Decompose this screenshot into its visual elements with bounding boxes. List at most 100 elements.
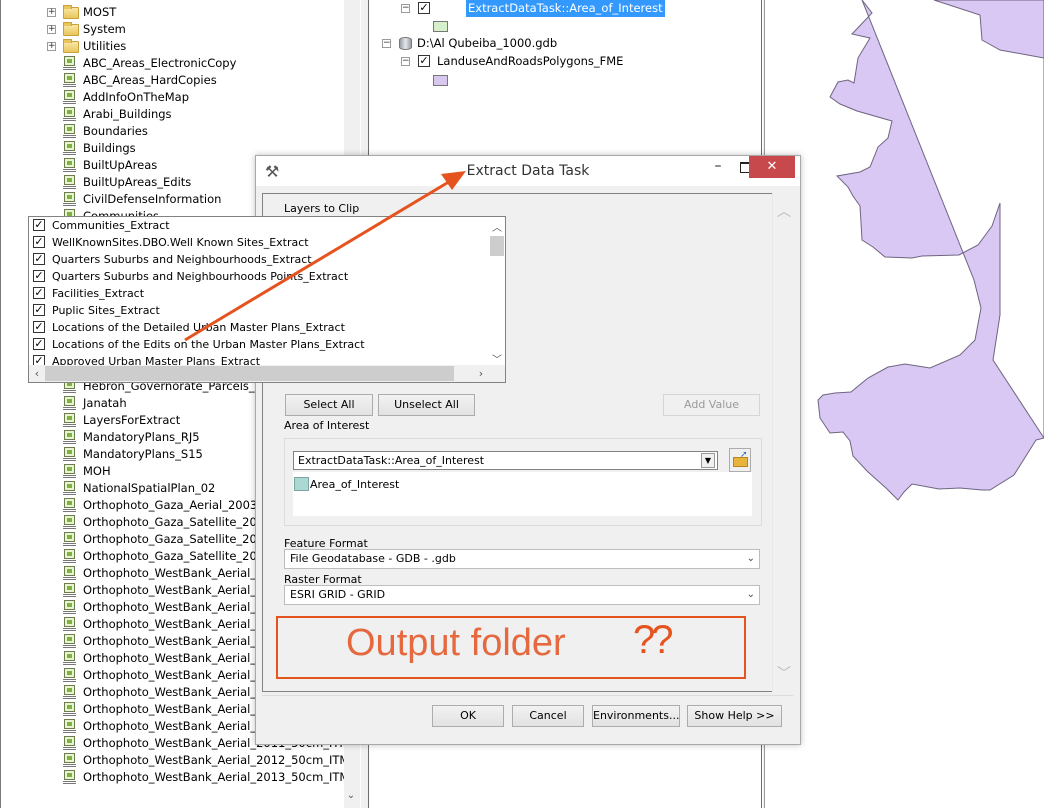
map-document-icon (63, 736, 76, 751)
layer-checkbox[interactable]: ✓ (33, 287, 45, 299)
map-document-icon (63, 770, 76, 785)
map-canvas (817, 0, 1044, 501)
catalog-item-label: Buildings (83, 141, 136, 155)
catalog-item[interactable]: Boundaries (1, 123, 344, 140)
open-folder-button[interactable]: ➚ (729, 448, 751, 472)
catalog-item-label: Janatah (83, 396, 127, 410)
layer-label: Facilities_Extract (52, 287, 145, 300)
catalog-item[interactable]: ABC_Areas_ElectronicCopy (1, 55, 344, 72)
scroll-down-arrow[interactable]: ﹀ (489, 351, 505, 366)
add-value-button[interactable]: Add Value (663, 394, 760, 416)
dialog-scrollbar[interactable]: ︿ ﹀ (772, 193, 794, 692)
catalog-item[interactable]: Orthophoto_WestBank_Aerial_2013_50cm_ITM… (1, 769, 344, 786)
cancel-button[interactable]: Cancel (512, 705, 584, 727)
layer-label: Puplic Sites_Extract (52, 304, 160, 317)
map-document-icon (63, 753, 76, 768)
select-all-button[interactable]: Select All (285, 394, 373, 416)
catalog-item[interactable]: + Utilities (1, 38, 344, 55)
toc-layer-area-of-interest[interactable]: − ✓ ExtractDataTask::Area_of_Interest (401, 0, 665, 17)
layer-checkbox[interactable]: ✓ (33, 321, 45, 333)
catalog-item-label: Orthophoto_WestBank_Aerial_20 (83, 600, 271, 614)
catalog-item[interactable]: + MOST (1, 4, 344, 21)
catalog-item-label: Orthophoto_WestBank_Aerial_20 (83, 583, 271, 597)
dialog-titlebar[interactable]: ⚒ Extract Data Task – ✕ (256, 156, 800, 186)
catalog-item-label: System (83, 22, 126, 36)
dialog-footer-divider (262, 695, 793, 696)
toc-database[interactable]: − D:\Al Qubeiba_1000.gdb (382, 35, 632, 52)
layer-checkbox[interactable]: ✓ (33, 253, 45, 265)
map-document-icon (63, 107, 76, 122)
catalog-item-label: Orthophoto_WestBank_Aerial_20 (83, 617, 271, 631)
expand-icon[interactable]: + (47, 8, 56, 17)
catalog-item[interactable]: Arabi_Buildings (1, 106, 344, 123)
scroll-up-arrow[interactable]: ︿ (776, 201, 792, 221)
catalog-item-label: Boundaries (83, 124, 148, 138)
map-document-icon (63, 464, 76, 479)
scroll-thumb[interactable] (490, 236, 504, 256)
catalog-item-label: Orthophoto_Gaza_Satellite_2005_ (83, 515, 278, 529)
catalog-item-label: MOST (83, 5, 117, 19)
catalog-item-label: MandatoryPlans_S15 (83, 447, 203, 461)
ok-button[interactable]: OK (432, 705, 504, 727)
catalog-item-label: Orthophoto_WestBank_Aerial_20 (83, 702, 271, 716)
catalog-item-label: LayersForExtract (83, 413, 181, 427)
layer-symbol-swatch (433, 75, 448, 86)
catalog-item-label: Orthophoto_WestBank_Aerial_20 (83, 668, 271, 682)
feature-format-select[interactable]: File Geodatabase - GDB - .gdb ⌄ (284, 549, 760, 569)
scroll-thumb[interactable] (45, 366, 454, 381)
catalog-item[interactable]: ABC_Areas_HardCopies (1, 72, 344, 89)
landuse-polygon[interactable] (817, 0, 1044, 501)
map-document-icon (63, 668, 76, 683)
collapse-icon[interactable]: − (382, 39, 391, 48)
collapse-icon[interactable]: − (401, 4, 410, 13)
scroll-down-arrow[interactable]: ﹀ (776, 663, 792, 683)
environments-button[interactable]: Environments... (592, 705, 680, 727)
scroll-right-arrow[interactable]: › (473, 365, 489, 382)
catalog-item-label: Utilities (83, 39, 127, 53)
catalog-item-label: ABC_Areas_ElectronicCopy (83, 56, 237, 70)
layer-label: Locations of the Edits on the Urban Mast… (52, 338, 365, 351)
raster-format-value: ESRI GRID - GRID (290, 588, 386, 601)
chevron-down-icon: ⌄ (746, 553, 755, 564)
layer-checkbox[interactable]: ✓ (33, 219, 45, 231)
layer-checkbox[interactable]: ✓ (33, 236, 45, 248)
dropdown-arrow-icon[interactable]: ▼ (701, 453, 715, 468)
map-document-icon (63, 56, 76, 71)
catalog-item[interactable]: AddInfoOnTheMap (1, 89, 344, 106)
catalog-scroll-down-arrow[interactable]: ⌄ (344, 790, 358, 806)
catalog-item[interactable]: + System (1, 21, 344, 38)
unselect-all-button[interactable]: Unselect All (378, 394, 475, 416)
area-of-interest-dropdown[interactable]: ExtractDataTask::Area_of_Interest ▼ (293, 451, 718, 470)
toc-layer-landuse[interactable]: − ✓ LanduseAndRoadsPolygons_FME (401, 53, 651, 70)
area-of-interest-swatch (294, 477, 309, 491)
map-document-icon (63, 583, 76, 598)
map-view[interactable] (765, 0, 1044, 808)
folder-icon (63, 39, 79, 53)
layers-vertical-scrollbar[interactable]: ︿ ﹀ (489, 217, 505, 366)
expand-icon[interactable]: + (47, 25, 56, 34)
scroll-up-arrow[interactable]: ︿ (489, 219, 505, 234)
raster-format-select[interactable]: ESRI GRID - GRID ⌄ (284, 585, 760, 605)
show-help-button[interactable]: Show Help >> (687, 705, 782, 727)
layer-label[interactable]: ExtractDataTask::Area_of_Interest (466, 0, 665, 17)
minimize-button[interactable]: – (703, 156, 733, 178)
layer-label[interactable]: LanduseAndRoadsPolygons_FME (437, 53, 623, 70)
layer-checkbox[interactable]: ✓ (33, 304, 45, 316)
expand-icon[interactable]: + (47, 42, 56, 51)
catalog-item[interactable]: Orthophoto_WestBank_Aerial_2012_50cm_ITM… (1, 752, 344, 769)
geodatabase-icon (399, 37, 412, 50)
close-button[interactable]: ✕ (749, 156, 795, 178)
collapse-icon[interactable]: − (401, 57, 410, 66)
map-document-icon (63, 73, 76, 88)
layer-visibility-checkbox[interactable]: ✓ (418, 55, 430, 67)
map-document-icon (63, 430, 76, 445)
layer-visibility-checkbox[interactable]: ✓ (418, 2, 430, 14)
layer-checkbox[interactable]: ✓ (33, 338, 45, 350)
scroll-left-arrow[interactable]: ‹ (29, 365, 45, 382)
map-document-icon (63, 685, 76, 700)
map-document-icon (63, 617, 76, 632)
layer-checkbox[interactable]: ✓ (33, 270, 45, 282)
layers-horizontal-scrollbar[interactable]: ‹ › (29, 365, 505, 382)
catalog-item-label: MandatoryPlans_RJ5 (83, 430, 200, 444)
layers-to-clip-list[interactable]: ✓ Approved Urban Master Plans_Extract ✓ Loc… (28, 216, 506, 383)
